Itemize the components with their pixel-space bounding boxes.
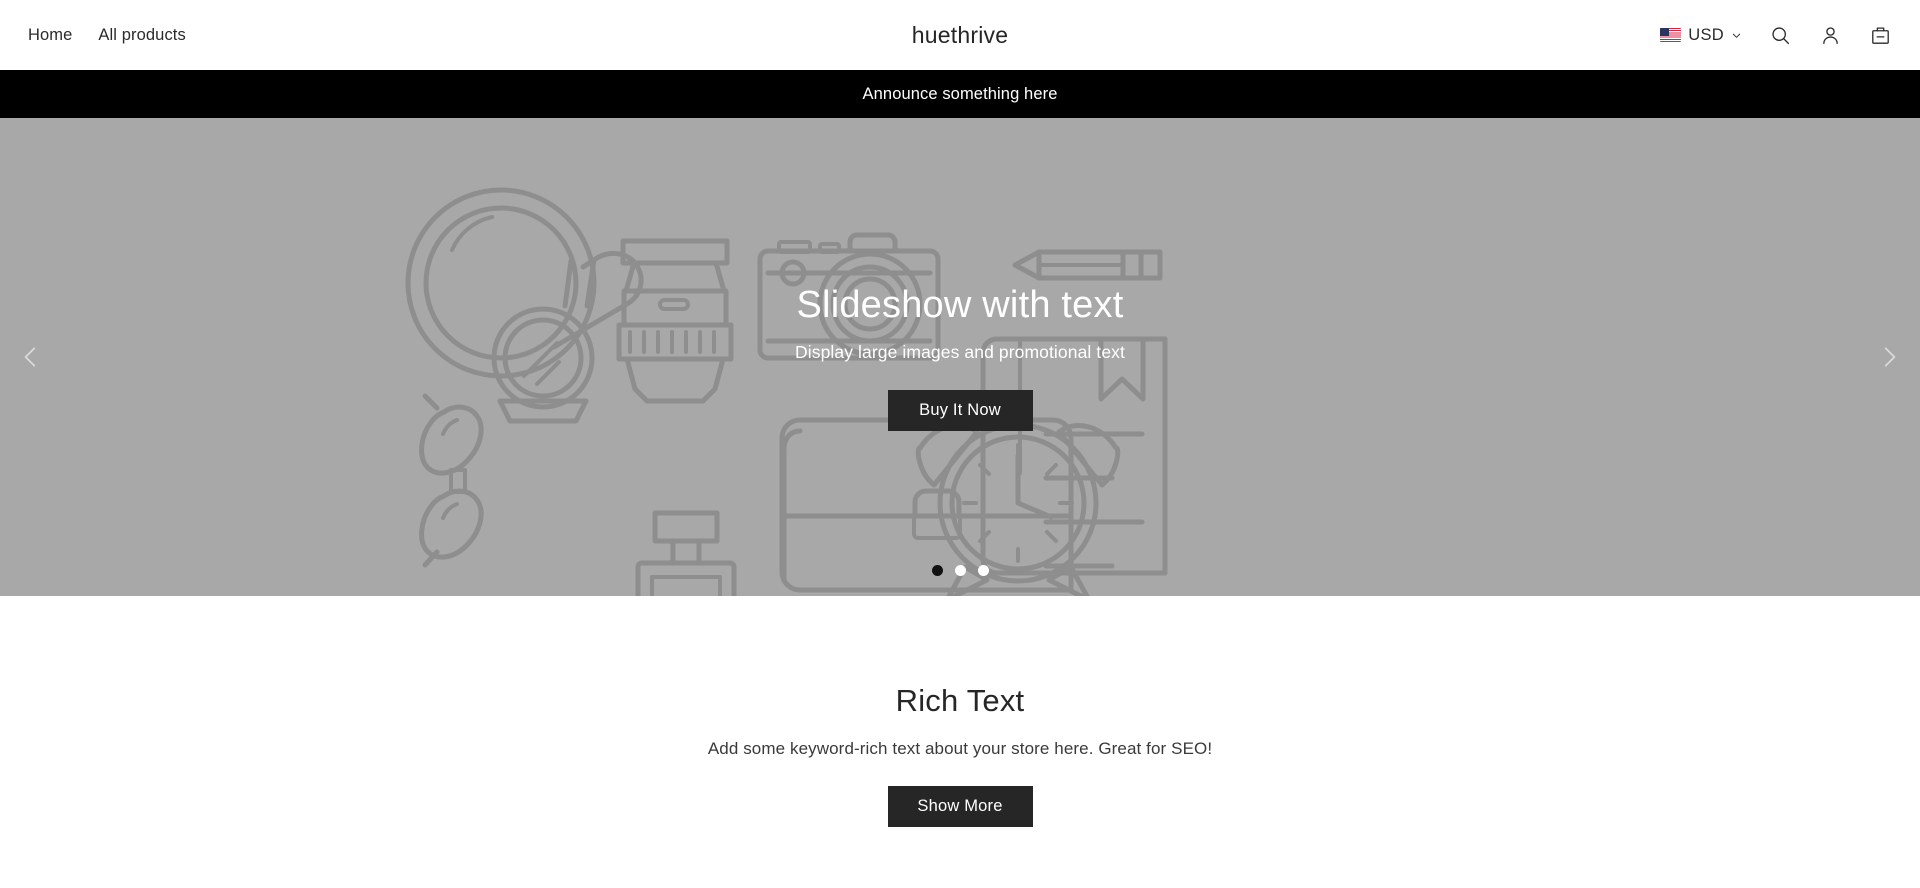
site-logo[interactable]: huethrive — [0, 22, 1920, 49]
currency-selector[interactable]: USD — [1660, 27, 1742, 44]
primary-navigation: Home All products — [28, 27, 186, 44]
slideshow-prev-button[interactable] — [8, 334, 54, 380]
nav-link-all-products[interactable]: All products — [98, 27, 185, 44]
search-icon[interactable] — [1768, 23, 1792, 47]
header-utilities: USD — [1660, 23, 1892, 47]
slide-subtitle: Display large images and promotional tex… — [795, 341, 1125, 362]
rich-text-section: Rich Text Add some keyword-rich text abo… — [0, 596, 1920, 828]
slideshow-dot-1[interactable] — [931, 565, 943, 576]
site-header: Home All products huethrive USD — [0, 0, 1920, 70]
chevron-left-icon — [24, 347, 36, 367]
slideshow-pagination — [0, 565, 1920, 576]
slideshow-dot-3[interactable] — [977, 565, 989, 576]
currency-label: USD — [1688, 25, 1724, 44]
us-flag-icon — [1660, 28, 1682, 42]
buy-it-now-button[interactable]: Buy It Now — [887, 389, 1033, 431]
slide-content: Slideshow with text Display large images… — [0, 118, 1920, 596]
hero-slideshow: Slideshow with text Display large images… — [0, 118, 1920, 596]
rich-text-subtitle: Add some keyword-rich text about your st… — [707, 739, 1213, 759]
chevron-right-icon — [1884, 347, 1896, 367]
rich-text-title: Rich Text — [895, 683, 1025, 718]
chevron-down-icon — [1732, 33, 1741, 38]
announcement-text: Announce something here — [862, 84, 1058, 103]
nav-link-home[interactable]: Home — [28, 27, 72, 44]
slideshow-next-button[interactable] — [1866, 334, 1912, 380]
account-icon[interactable] — [1818, 23, 1842, 47]
slideshow-dot-2[interactable] — [954, 565, 966, 576]
slide-title: Slideshow with text — [796, 284, 1124, 327]
announcement-bar: Announce something here — [0, 70, 1920, 118]
show-more-button[interactable]: Show More — [887, 786, 1033, 828]
cart-icon[interactable] — [1868, 23, 1892, 47]
